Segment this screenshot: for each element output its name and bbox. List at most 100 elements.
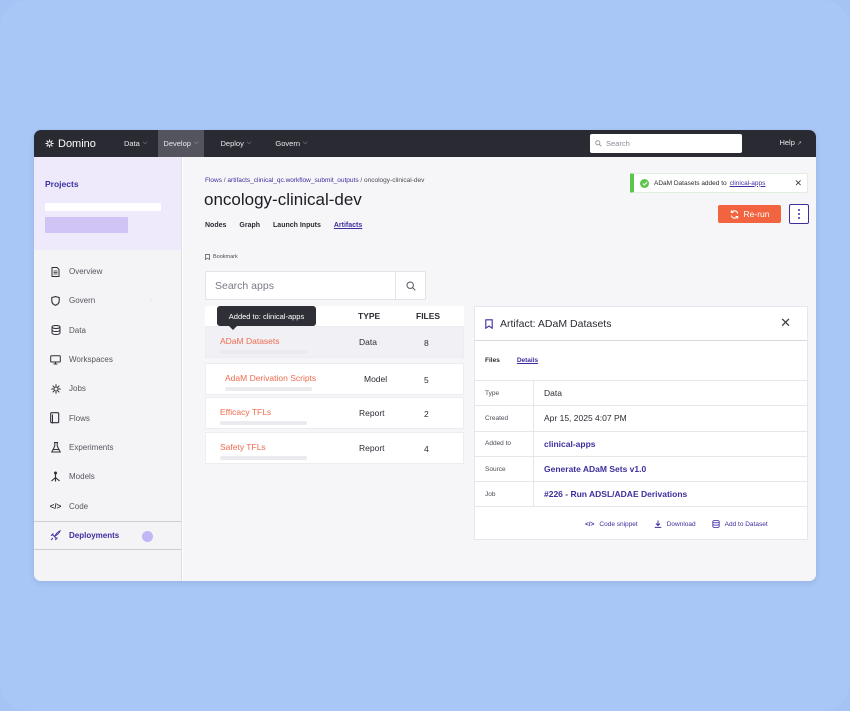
tab-launch-inputs[interactable]: Launch Inputs	[273, 222, 321, 229]
chevron-down-icon: ⌵	[142, 140, 148, 146]
download-icon	[654, 520, 661, 528]
detail-value-link[interactable]: Generate ADaM Sets v1.0	[533, 464, 646, 474]
artifact-type: Model	[364, 374, 388, 384]
table-row[interactable]: ADaM Datasets Data 8	[205, 326, 464, 358]
nav-govern-label: Govern	[275, 139, 301, 148]
sidebar-item-experiments[interactable]: Experiments	[34, 433, 181, 462]
tab-files[interactable]: Files	[485, 357, 500, 364]
code-snippet-button[interactable]: </> Code snippet	[585, 520, 638, 528]
table-row[interactable]: AdaM Derivation Scripts Model 5	[205, 363, 464, 395]
panel-actions: </> Code snippet Download Add to Dataset	[585, 520, 768, 528]
artifact-name[interactable]: AdaM Derivation Scripts	[225, 373, 316, 383]
flask-icon	[50, 441, 61, 453]
sidebar-item-label: Jobs	[69, 384, 86, 394]
add-to-dataset-button[interactable]: Add to Dataset	[712, 520, 768, 528]
help-link[interactable]: Help ↗	[779, 138, 802, 147]
bookmark-button[interactable]: Bookmark	[205, 254, 238, 260]
panel-tabs: Files Details	[475, 341, 807, 381]
sidebar-item-label: Workspaces	[69, 355, 113, 365]
detail-key: Type	[485, 389, 500, 397]
sidebar-item-data[interactable]: Data	[34, 316, 181, 345]
column-header-type[interactable]: TYPE	[358, 311, 380, 321]
sidebar-item-overview[interactable]: Overview	[34, 257, 181, 286]
tab-artifacts[interactable]: Artifacts	[334, 222, 362, 229]
monitor-icon	[50, 354, 61, 365]
rerun-button[interactable]: Re-run	[718, 205, 781, 223]
nav-deploy-label: Deploy	[220, 139, 244, 148]
sidebar-item-code[interactable]: </> Code	[34, 491, 181, 520]
detail-value-link[interactable]: clinical-apps	[533, 439, 596, 449]
sidebar-item-workspaces[interactable]: Workspaces	[34, 345, 181, 374]
sidebar-item-jobs[interactable]: Jobs	[34, 374, 181, 403]
project-selector-placeholder[interactable]	[45, 217, 128, 233]
nav-develop[interactable]: Develop ⌵	[158, 130, 204, 157]
app-window: Domino Data ⌵ Develop ⌵ Deploy ⌵ Govern ⌵ Se…	[34, 130, 816, 581]
more-options-button[interactable]	[789, 204, 809, 224]
external-link-icon: ↗	[796, 141, 802, 147]
code-icon: </>	[585, 520, 595, 528]
breadcrumb: Flows / artifacts_clinical_qc.workflow_s…	[205, 177, 424, 184]
artifact-type: Report	[359, 408, 385, 418]
detail-row-job: Job #226 - Run ADSL/ADAE Derivations	[475, 482, 807, 508]
row-placeholder-bar	[220, 456, 307, 460]
nav-data[interactable]: Data ⌵	[116, 130, 152, 157]
row-placeholder-bar	[225, 387, 312, 391]
global-search-input[interactable]: Search	[590, 134, 742, 153]
table-row[interactable]: Efficacy TFLs Report 2	[205, 397, 464, 429]
toast-text: ADaM Datasets added to	[654, 179, 727, 187]
detail-value-link[interactable]: #226 - Run ADSL/ADAE Derivations	[533, 489, 687, 499]
artifact-name[interactable]: Efficacy TFLs	[220, 407, 271, 417]
column-header-files[interactable]: FILES	[416, 311, 440, 321]
close-icon[interactable]: ✕	[794, 178, 802, 189]
tab-graph[interactable]: Graph	[239, 222, 260, 229]
document-icon	[50, 266, 61, 277]
bookmark-icon	[205, 254, 210, 260]
row-placeholder-bar	[220, 421, 307, 425]
tab-details[interactable]: Details	[517, 357, 538, 364]
chevron-down-icon: ⌵	[303, 140, 308, 146]
detail-row-created: Created Apr 15, 2025 4:07 PM	[475, 406, 807, 432]
sidebar-item-deployments[interactable]: Deployments	[34, 520, 181, 550]
project-name-placeholder	[45, 203, 161, 211]
nav-develop-label: Develop	[163, 139, 191, 148]
sidebar-item-models[interactable]: Models	[34, 462, 181, 491]
nav-govern[interactable]: Govern ⌵	[270, 130, 312, 157]
flows-icon	[50, 412, 61, 424]
download-label: Download	[666, 520, 696, 528]
sidebar-item-label: Flows	[69, 413, 90, 423]
gear-icon	[50, 383, 61, 394]
artifact-files: 4	[424, 444, 429, 454]
artifact-files: 2	[424, 409, 429, 419]
projects-title[interactable]: Projects	[45, 179, 170, 189]
tab-nodes[interactable]: Nodes	[205, 222, 226, 229]
search-icon	[405, 280, 416, 291]
artifact-name[interactable]: Safety TFLs	[220, 442, 266, 452]
top-navbar: Domino Data ⌵ Develop ⌵ Deploy ⌵ Govern ⌵ Se…	[34, 130, 816, 157]
detail-value: Data	[544, 388, 562, 399]
brand-logo[interactable]: Domino	[34, 138, 116, 150]
download-button[interactable]: Download	[654, 520, 696, 528]
breadcrumb-flows[interactable]: Flows	[205, 177, 222, 184]
breadcrumb-current: oncology-clinical-dev	[364, 177, 425, 184]
brand-name: Domino	[58, 137, 96, 150]
table-row[interactable]: Safety TFLs Report 4	[205, 432, 464, 464]
nav-deploy[interactable]: Deploy ⌵	[216, 130, 257, 157]
code-icon: </>	[49, 501, 62, 511]
close-icon[interactable]: ✕	[780, 315, 791, 331]
code-snippet-label: Code snippet	[599, 520, 638, 528]
apps-search-button[interactable]	[395, 272, 425, 299]
breadcrumb-workflow[interactable]: artifacts_clinical_qc.workflow_submit_ou…	[227, 177, 358, 184]
apps-search-input[interactable]: Search apps	[205, 271, 426, 300]
sidebar-item-label: Deployments	[69, 530, 120, 540]
panel-header: Artifact: ADaM Datasets ✕	[475, 307, 807, 341]
sidebar-item-flows[interactable]: Flows	[34, 403, 181, 432]
toast-link[interactable]: clinical-apps	[730, 180, 766, 187]
sidebar-item-govern[interactable]: Govern ›	[34, 286, 181, 315]
sidebar: Projects Overview Govern › Data Workspac…	[34, 157, 182, 581]
artifact-type: Data	[359, 337, 377, 347]
detail-key: Source	[485, 465, 506, 473]
detail-value: Apr 15, 2025 4:07 PM	[544, 413, 627, 424]
artifact-name[interactable]: ADaM Datasets	[220, 336, 280, 346]
artifact-type: Report	[359, 443, 385, 453]
help-label: Help	[779, 138, 795, 147]
